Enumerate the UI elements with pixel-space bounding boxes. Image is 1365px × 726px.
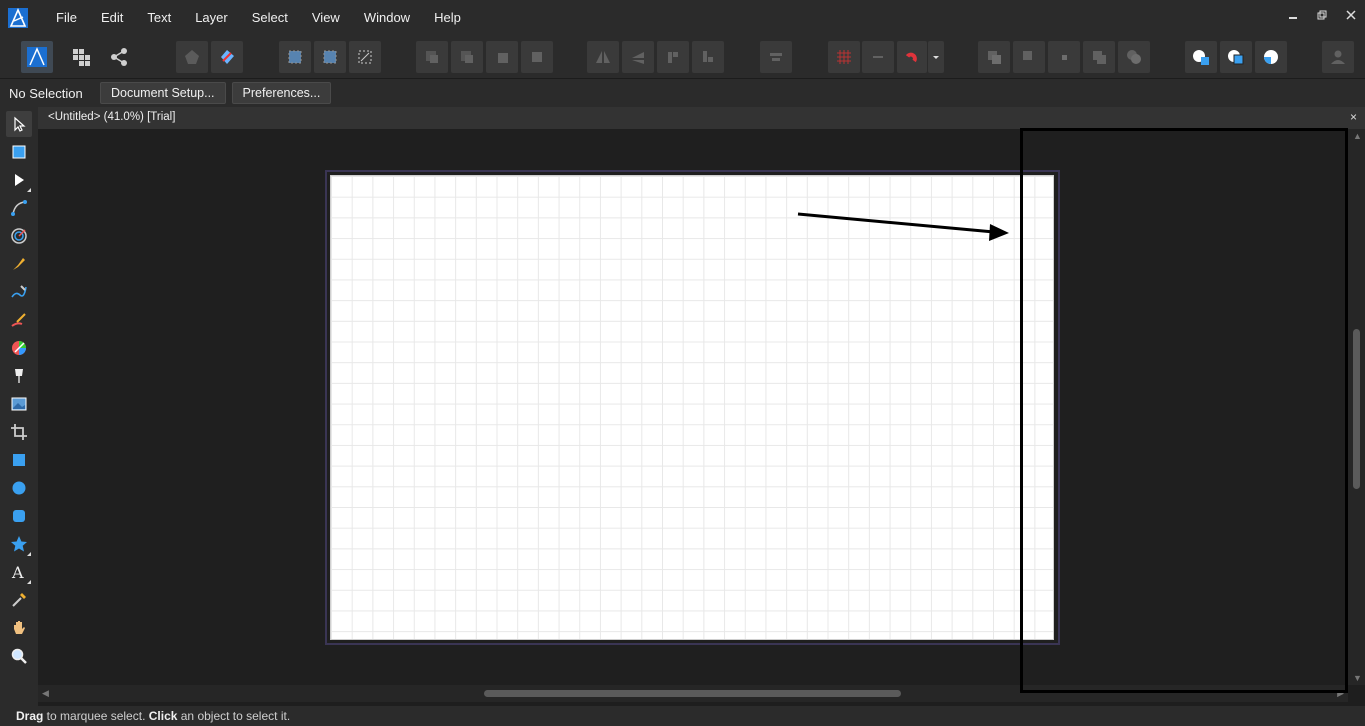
export-persona-icon[interactable] bbox=[103, 41, 135, 73]
vertical-scrollbar[interactable]: ▲ ▼ bbox=[1348, 129, 1365, 685]
designer-persona-icon[interactable] bbox=[21, 41, 53, 73]
crop-tool-icon[interactable] bbox=[6, 419, 32, 445]
subtract-icon[interactable] bbox=[1013, 41, 1045, 73]
divide-icon[interactable] bbox=[1118, 41, 1150, 73]
status-click-text: an object to select it. bbox=[177, 709, 291, 723]
toolbar bbox=[0, 36, 1365, 78]
move-tool-icon[interactable] bbox=[6, 111, 32, 137]
move-forward-one-icon[interactable] bbox=[486, 41, 518, 73]
menu-edit[interactable]: Edit bbox=[89, 0, 135, 36]
horizontal-scroll-thumb[interactable] bbox=[484, 690, 901, 697]
pencil-tool-icon[interactable] bbox=[6, 279, 32, 305]
place-image-tool-icon[interactable] bbox=[6, 391, 32, 417]
minimize-icon[interactable] bbox=[1278, 0, 1307, 30]
fill-tool-icon[interactable] bbox=[6, 335, 32, 361]
close-window-icon[interactable] bbox=[1336, 0, 1365, 30]
ellipse-tool-icon[interactable] bbox=[6, 475, 32, 501]
status-bar: Drag to marquee select. Click an object … bbox=[0, 706, 1365, 726]
document-tab[interactable]: <Untitled> (41.0%) [Trial] × bbox=[38, 107, 1365, 129]
artboard[interactable] bbox=[330, 175, 1054, 640]
xor-icon[interactable] bbox=[1083, 41, 1115, 73]
context-toolbar: No Selection Document Setup... Preferenc… bbox=[0, 78, 1365, 107]
vertical-scroll-thumb[interactable] bbox=[1353, 329, 1360, 489]
scroll-left-icon[interactable]: ◀ bbox=[42, 688, 49, 699]
transform-objects-icon[interactable] bbox=[279, 41, 311, 73]
zoom-tool-icon[interactable] bbox=[6, 643, 32, 669]
flip-vertical-icon[interactable] bbox=[622, 41, 654, 73]
pixel-persona-icon[interactable] bbox=[65, 41, 97, 73]
menu-help[interactable]: Help bbox=[422, 0, 473, 36]
snap-to-grid-icon[interactable] bbox=[862, 41, 894, 73]
node-tool-icon[interactable] bbox=[6, 167, 32, 193]
show-grid-icon[interactable] bbox=[828, 41, 860, 73]
point-transform-tool-icon[interactable] bbox=[6, 195, 32, 221]
insert-behind-icon[interactable] bbox=[1185, 41, 1217, 73]
affinity-designer-logo-icon bbox=[0, 0, 36, 36]
menu-bar: File Edit Text Layer Select View Window … bbox=[0, 0, 1365, 36]
snapping-icon[interactable] bbox=[897, 41, 927, 73]
scroll-up-icon[interactable]: ▲ bbox=[1353, 131, 1362, 141]
flip-horizontal-icon[interactable] bbox=[587, 41, 619, 73]
menu-file[interactable]: File bbox=[44, 0, 89, 36]
contour-tool-icon[interactable] bbox=[6, 223, 32, 249]
menu-window[interactable]: Window bbox=[352, 0, 422, 36]
align-icon[interactable] bbox=[760, 41, 792, 73]
account-icon[interactable] bbox=[1322, 41, 1354, 73]
menu-view[interactable]: View bbox=[300, 0, 352, 36]
view-tool-hand-icon[interactable] bbox=[6, 615, 32, 641]
menu-layer[interactable]: Layer bbox=[183, 0, 240, 36]
document-setup-button[interactable]: Document Setup... bbox=[100, 82, 226, 104]
rotate-clockwise-icon[interactable] bbox=[692, 41, 724, 73]
status-drag-keyword: Drag bbox=[16, 709, 44, 723]
menu-select[interactable]: Select bbox=[240, 0, 300, 36]
window-controls bbox=[1278, 0, 1365, 36]
tools-panel: A bbox=[0, 107, 38, 707]
assistant-icon[interactable] bbox=[176, 41, 208, 73]
document-tab-title: <Untitled> (41.0%) [Trial] bbox=[48, 111, 176, 123]
snapping-manager-icon[interactable] bbox=[211, 41, 243, 73]
add-icon[interactable] bbox=[978, 41, 1010, 73]
vector-brush-tool-icon[interactable] bbox=[6, 307, 32, 333]
artboard-tool-icon[interactable] bbox=[6, 139, 32, 165]
selection-status-label: No Selection bbox=[9, 85, 83, 101]
menu-text[interactable]: Text bbox=[135, 0, 183, 36]
scroll-down-icon[interactable]: ▼ bbox=[1353, 673, 1362, 683]
transform-separately-icon[interactable] bbox=[314, 41, 346, 73]
preferences-button[interactable]: Preferences... bbox=[231, 82, 332, 104]
rounded-rectangle-tool-icon[interactable] bbox=[6, 503, 32, 529]
annotation-highlight-box bbox=[1020, 128, 1348, 693]
snapping-dropdown-chevron-icon[interactable] bbox=[928, 41, 944, 73]
close-document-icon[interactable]: × bbox=[1350, 110, 1357, 124]
status-click-keyword: Click bbox=[148, 709, 178, 723]
move-to-front-icon[interactable] bbox=[521, 41, 553, 73]
text-tool-icon[interactable]: A bbox=[6, 559, 32, 585]
restore-icon[interactable] bbox=[1307, 0, 1336, 30]
insert-top-icon[interactable] bbox=[1220, 41, 1252, 73]
intersect-icon[interactable] bbox=[1048, 41, 1080, 73]
show-rotation-icon[interactable] bbox=[349, 41, 381, 73]
color-picker-tool-icon[interactable] bbox=[6, 587, 32, 613]
insert-inside-icon[interactable] bbox=[1255, 41, 1287, 73]
move-back-one-icon[interactable] bbox=[451, 41, 483, 73]
svg-text:A: A bbox=[11, 563, 24, 581]
star-tool-icon[interactable] bbox=[6, 531, 32, 557]
status-drag-text: to marquee select. bbox=[43, 709, 149, 723]
rectangle-tool-icon[interactable] bbox=[6, 447, 32, 473]
transparency-tool-icon[interactable] bbox=[6, 363, 32, 389]
pen-tool-icon[interactable] bbox=[6, 251, 32, 277]
rotate-counterclockwise-icon[interactable] bbox=[657, 41, 689, 73]
move-to-back-icon[interactable] bbox=[416, 41, 448, 73]
